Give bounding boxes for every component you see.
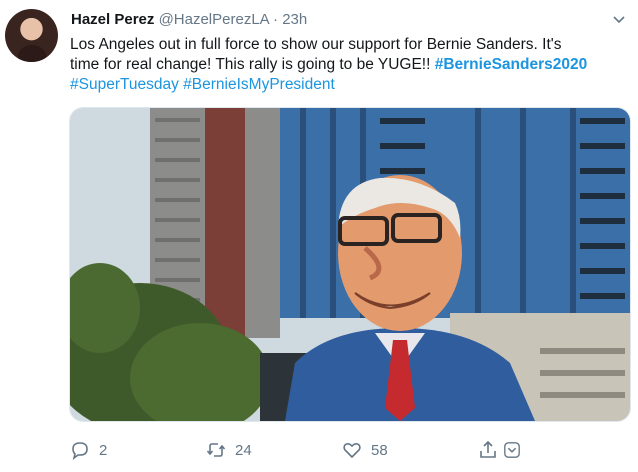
like-button[interactable]: 58 (342, 440, 388, 460)
reply-count: 2 (99, 441, 108, 459)
tweet-image[interactable] (69, 107, 631, 422)
retweet-icon (206, 443, 226, 457)
tweet-text-line2: time for real change! This rally is goin… (70, 56, 435, 73)
tweet-header: Hazel Perez @HazelPerezLA · 23h (71, 11, 307, 28)
reply-icon (72, 442, 88, 460)
author-handle[interactable]: @HazelPerezLA (159, 11, 269, 28)
avatar[interactable] (5, 9, 58, 62)
hashtag-link[interactable]: #BernieIsMyPresident (183, 76, 335, 93)
like-count: 58 (371, 441, 388, 459)
separator-dot: · (273, 11, 279, 28)
tweet-text: Los Angeles out in full force to show ou… (70, 35, 630, 95)
chevron-down-icon[interactable] (612, 12, 626, 26)
tweet-card[interactable]: Hazel Perez @HazelPerezLA · 23h Los Ange… (0, 0, 638, 472)
hashtag-link[interactable]: #BernieSanders2020 (435, 56, 588, 73)
reply-button[interactable]: 2 (70, 440, 107, 460)
share-button[interactable] (478, 440, 521, 460)
chevron-down-icon[interactable] (503, 441, 521, 459)
tweet-text-line1: Los Angeles out in full force to show ou… (70, 36, 562, 53)
author-name[interactable]: Hazel Perez (71, 11, 154, 28)
tweet-actions: 2 24 58 (70, 440, 530, 464)
like-icon (343, 442, 361, 459)
retweet-count: 24 (235, 441, 252, 459)
rally-photo (70, 108, 630, 421)
share-icon (480, 440, 496, 458)
tweet-timestamp[interactable]: 23h (282, 11, 307, 28)
retweet-button[interactable]: 24 (206, 440, 252, 460)
hashtag-link[interactable]: #SuperTuesday (70, 76, 179, 93)
